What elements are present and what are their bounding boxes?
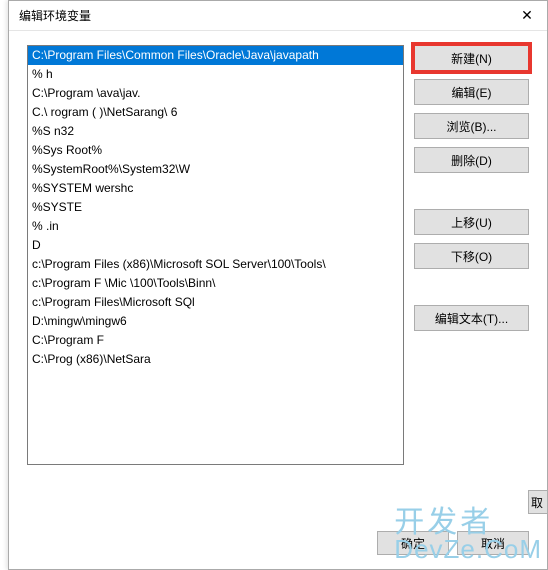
list-item[interactable]: %S n32 <box>28 122 403 141</box>
list-item[interactable]: C:\Program \ava\jav. <box>28 84 403 103</box>
list-item[interactable]: %SYSTE <box>28 198 403 217</box>
list-item[interactable]: %SystemRoot%\System32\W <box>28 160 403 179</box>
edit-text-button[interactable]: 编辑文本(T)... <box>414 305 529 331</box>
list-item[interactable]: D <box>28 236 403 255</box>
button-column: 新建(N) 编辑(E) 浏览(B)... 删除(D) 上移(U) 下移(O) 编… <box>414 45 529 465</box>
new-button[interactable]: 新建(N) <box>414 45 529 71</box>
cancel-button[interactable]: 取消 <box>457 531 529 555</box>
ok-button[interactable]: 确定 <box>377 531 449 555</box>
list-item[interactable]: D:\mingw\mingw6 <box>28 312 403 331</box>
dialog-body: C:\Program Files\Common Files\Oracle\Jav… <box>9 31 547 475</box>
list-item[interactable]: %Sys Root% <box>28 141 403 160</box>
move-down-button[interactable]: 下移(O) <box>414 243 529 269</box>
close-icon[interactable]: ✕ <box>507 1 547 31</box>
env-path-list[interactable]: C:\Program Files\Common Files\Oracle\Jav… <box>27 45 404 465</box>
list-item[interactable]: C:\Program F <box>28 331 403 350</box>
list-item[interactable]: C:\Program Files\Common Files\Oracle\Jav… <box>28 46 403 65</box>
list-item[interactable]: c:\Program Files\Microsoft SQl <box>28 293 403 312</box>
delete-button[interactable]: 删除(D) <box>414 147 529 173</box>
list-item[interactable]: %SYSTEM wershc <box>28 179 403 198</box>
move-up-button[interactable]: 上移(U) <box>414 209 529 235</box>
dialog-window: 编辑环境变量 ✕ C:\Program Files\Common Files\O… <box>8 0 548 570</box>
list-item[interactable]: C.\ rogram ( )\NetSarang\ 6 <box>28 103 403 122</box>
titlebar: 编辑环境变量 ✕ <box>9 1 547 31</box>
list-item[interactable]: c:\Program Files (x86)\Microsoft SOL Ser… <box>28 255 403 274</box>
list-item[interactable]: % .in <box>28 217 403 236</box>
browse-button[interactable]: 浏览(B)... <box>414 113 529 139</box>
edit-button[interactable]: 编辑(E) <box>414 79 529 105</box>
list-item[interactable]: % h <box>28 65 403 84</box>
button-gap <box>414 277 529 305</box>
dialog-footer: 确定 取消 <box>369 531 547 555</box>
dialog-title: 编辑环境变量 <box>19 7 91 24</box>
list-item[interactable]: C:\Prog (x86)\NetSara <box>28 350 403 369</box>
partial-cancel-button[interactable]: 取 <box>528 490 548 514</box>
list-item[interactable]: c:\Program F \Mic \100\Tools\Binn\ <box>28 274 403 293</box>
button-gap <box>414 181 529 209</box>
